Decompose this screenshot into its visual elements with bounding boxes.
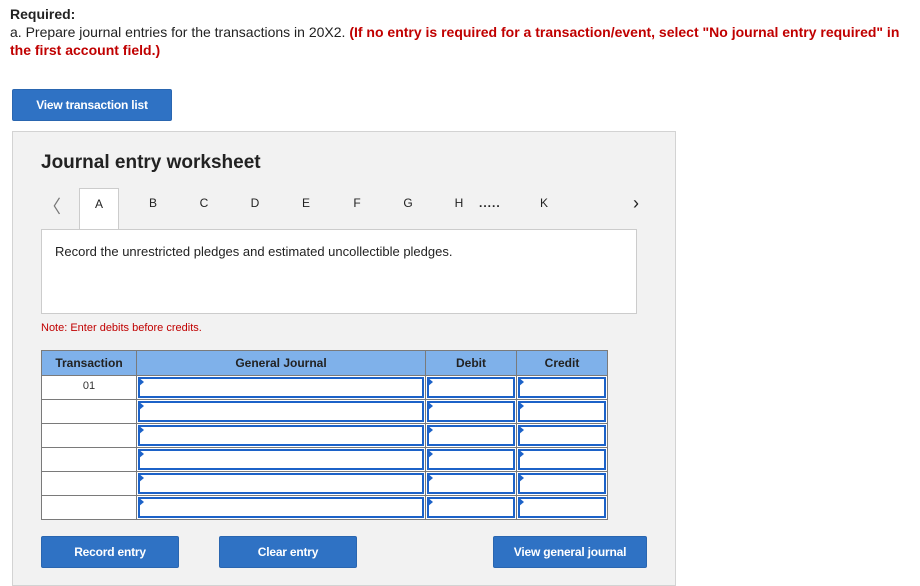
- debit-field[interactable]: [425, 423, 517, 448]
- table-row: [41, 399, 608, 424]
- instruction-text: a. Prepare journal entries for the trans…: [10, 24, 346, 40]
- table-header-row: Transaction General Journal Debit Credit: [41, 350, 608, 376]
- credit-field[interactable]: [516, 471, 608, 496]
- debit-field[interactable]: [425, 447, 517, 472]
- header-transaction: Transaction: [41, 350, 137, 376]
- prev-arrow-icon[interactable]: 〈: [43, 193, 61, 219]
- debit-field[interactable]: [425, 495, 517, 520]
- debit-field[interactable]: [425, 471, 517, 496]
- tab-nav: 〈 A B C D E F G H ..... K ›: [13, 188, 675, 230]
- debit-field[interactable]: [425, 375, 517, 400]
- account-field[interactable]: [136, 495, 426, 520]
- view-general-journal-button[interactable]: View general journal: [493, 536, 647, 568]
- tab-c[interactable]: C: [184, 188, 224, 218]
- tab-e[interactable]: E: [286, 188, 326, 218]
- transaction-cell: 01: [41, 375, 137, 400]
- account-field[interactable]: [136, 375, 426, 400]
- credit-field[interactable]: [516, 447, 608, 472]
- journal-table: Transaction General Journal Debit Credit…: [41, 350, 608, 520]
- record-entry-button[interactable]: Record entry: [41, 536, 179, 568]
- tab-k[interactable]: K: [524, 188, 564, 218]
- tab-ellipsis: .....: [479, 196, 501, 210]
- tab-b[interactable]: B: [133, 188, 173, 218]
- instructions: a. Prepare journal entries for the trans…: [10, 23, 915, 59]
- tab-f[interactable]: F: [337, 188, 377, 218]
- credit-field[interactable]: [516, 375, 608, 400]
- debit-credit-note: Note: Enter debits before credits.: [41, 322, 202, 334]
- tab-h[interactable]: H: [439, 188, 479, 218]
- tab-d[interactable]: D: [235, 188, 275, 218]
- account-field[interactable]: [136, 471, 426, 496]
- transaction-cell: [41, 495, 137, 520]
- worksheet-title: Journal entry worksheet: [41, 152, 261, 173]
- tab-a[interactable]: A: [79, 188, 119, 230]
- account-field[interactable]: [136, 399, 426, 424]
- account-field[interactable]: [136, 423, 426, 448]
- next-arrow-icon[interactable]: ›: [633, 193, 639, 214]
- journal-entry-worksheet: Journal entry worksheet 〈 A B C D E F G …: [12, 131, 676, 586]
- table-row: [41, 447, 608, 472]
- header-debit: Debit: [425, 350, 517, 376]
- table-row: [41, 423, 608, 448]
- view-transaction-list-button[interactable]: View transaction list: [12, 89, 172, 121]
- account-field[interactable]: [136, 447, 426, 472]
- tab-g[interactable]: G: [388, 188, 428, 218]
- debit-field[interactable]: [425, 399, 517, 424]
- transaction-cell: [41, 423, 137, 448]
- credit-field[interactable]: [516, 495, 608, 520]
- required-label: Required:: [10, 6, 76, 22]
- clear-entry-button[interactable]: Clear entry: [219, 536, 357, 568]
- credit-field[interactable]: [516, 423, 608, 448]
- table-row: 01: [41, 375, 608, 400]
- credit-field[interactable]: [516, 399, 608, 424]
- transaction-cell: [41, 399, 137, 424]
- table-row: [41, 495, 608, 520]
- table-row: [41, 471, 608, 496]
- header-general-journal: General Journal: [136, 350, 426, 376]
- transaction-cell: [41, 471, 137, 496]
- transaction-cell: [41, 447, 137, 472]
- header-credit: Credit: [516, 350, 608, 376]
- transaction-description: Record the unrestricted pledges and esti…: [41, 229, 637, 314]
